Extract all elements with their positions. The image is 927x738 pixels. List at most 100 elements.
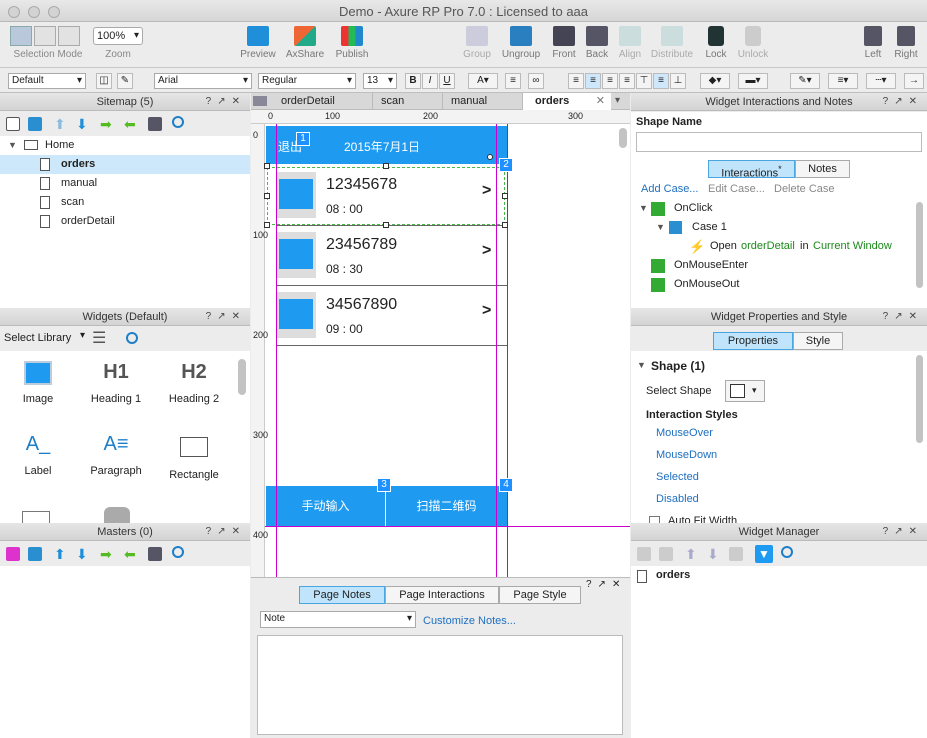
indent-icon[interactable]: ➡ bbox=[100, 117, 114, 131]
add-state-icon[interactable] bbox=[637, 547, 651, 561]
add-page-icon[interactable] bbox=[6, 117, 20, 131]
ungroup-button[interactable]: Ungroup bbox=[499, 26, 543, 60]
annotation-marker[interactable]: 1 bbox=[296, 132, 310, 146]
back-button[interactable]: Back bbox=[582, 26, 612, 60]
select-intersect-icon[interactable] bbox=[10, 26, 32, 46]
resize-handle[interactable] bbox=[383, 163, 389, 169]
align-center-icon[interactable]: ≡ bbox=[585, 73, 601, 89]
action-open-link[interactable]: ⚡ Open orderDetail in Current Window bbox=[631, 237, 911, 256]
move-down-icon[interactable]: ⬇ bbox=[76, 547, 90, 561]
front-button[interactable]: Front bbox=[548, 26, 580, 60]
font-color-icon[interactable]: A▾ bbox=[468, 73, 498, 89]
panel-controls[interactable]: ?↗✕ bbox=[206, 93, 246, 111]
arrow-style-icon[interactable]: → bbox=[904, 73, 924, 89]
outdent-icon[interactable]: ⬅ bbox=[124, 117, 138, 131]
resize-handle[interactable] bbox=[264, 222, 270, 228]
panel-controls[interactable]: ?↗✕ bbox=[883, 308, 923, 326]
widget-heading1[interactable]: H1 Heading 1 bbox=[86, 361, 146, 405]
outdent-icon[interactable]: ⬅ bbox=[124, 547, 138, 561]
mousedown-style-link[interactable]: MouseDown bbox=[656, 449, 717, 461]
sitemap-item-orderdetail[interactable]: orderDetail bbox=[0, 212, 250, 231]
justify-icon[interactable]: ≡ bbox=[619, 73, 635, 89]
disabled-style-link[interactable]: Disabled bbox=[656, 493, 699, 505]
tab-page-notes[interactable]: Page Notes bbox=[299, 586, 385, 604]
panel-controls[interactable]: ?↗✕ bbox=[883, 523, 923, 541]
move-up-icon[interactable]: ⬆ bbox=[54, 117, 68, 131]
order-row[interactable]: 23456789 08 : 30 > bbox=[276, 226, 507, 286]
right-panel-toggle[interactable]: Right bbox=[892, 26, 920, 60]
event-onmouseenter[interactable]: OnMouseEnter bbox=[631, 256, 911, 275]
shape-name-input[interactable] bbox=[636, 132, 922, 152]
align-right-icon[interactable]: ≡ bbox=[602, 73, 618, 89]
menu-icon[interactable]: ☰ bbox=[92, 328, 106, 348]
event-onmouseout[interactable]: OnMouseOut bbox=[631, 275, 911, 294]
add-case-link[interactable]: Add Case... bbox=[641, 183, 698, 195]
search-icon[interactable] bbox=[126, 332, 138, 344]
link-icon[interactable]: ∞ bbox=[528, 73, 544, 89]
guide-line[interactable] bbox=[265, 526, 630, 527]
preview-button[interactable]: Preview bbox=[238, 26, 278, 60]
filter-icon[interactable]: ▼ bbox=[755, 545, 773, 563]
sitemap-item-scan[interactable]: scan bbox=[0, 193, 250, 212]
design-canvas[interactable]: 0 100 200 300 0 100 200 300 400 退出 2015年… bbox=[251, 110, 630, 577]
mouseover-style-link[interactable]: MouseOver bbox=[656, 427, 713, 439]
delete-page-icon[interactable] bbox=[148, 117, 162, 131]
case-1[interactable]: ▼ Case 1 bbox=[631, 218, 911, 237]
order-row[interactable]: 34567890 09 : 00 > bbox=[276, 286, 507, 346]
add-folder-icon[interactable] bbox=[28, 117, 42, 131]
bullet-list-icon[interactable]: ≡ bbox=[505, 73, 521, 89]
widget-heading2[interactable]: H2 Heading 2 bbox=[164, 361, 224, 405]
zoom-select[interactable]: 100% bbox=[93, 27, 143, 45]
library-dropdown-icon[interactable]: ▾ bbox=[80, 330, 85, 341]
underline-icon[interactable]: U bbox=[439, 73, 455, 89]
connector-mode-icon[interactable] bbox=[58, 26, 80, 46]
tab-orderdetail[interactable]: orderDetail bbox=[273, 93, 373, 110]
search-icon[interactable] bbox=[172, 116, 184, 128]
font-size-select[interactable]: 13 bbox=[363, 73, 397, 89]
widget-image[interactable]: Image bbox=[8, 361, 68, 405]
annotation-marker[interactable]: 3 bbox=[377, 478, 391, 492]
sitemap-item-manual[interactable]: manual bbox=[0, 174, 250, 193]
tab-list-dropdown-icon[interactable]: ▾ bbox=[615, 95, 620, 106]
manual-input-button[interactable]: 手动输入 bbox=[266, 486, 386, 526]
select-library-label[interactable]: Select Library bbox=[4, 332, 71, 344]
widget-rectangle[interactable]: Rectangle bbox=[164, 433, 224, 481]
resize-handle[interactable] bbox=[264, 193, 270, 199]
resize-handle[interactable] bbox=[264, 163, 270, 169]
tab-style[interactable]: Style bbox=[793, 332, 843, 350]
panel-controls[interactable]: ?↗✕ bbox=[206, 308, 246, 326]
format-painter-icon[interactable]: ✎ bbox=[117, 73, 133, 89]
style-editor-icon[interactable]: ◫ bbox=[96, 73, 112, 89]
selected-style-link[interactable]: Selected bbox=[656, 471, 699, 483]
search-icon[interactable] bbox=[172, 546, 184, 558]
axshare-button[interactable]: AxShare bbox=[283, 26, 327, 60]
panel-controls[interactable]: ?↗✕ bbox=[883, 93, 923, 111]
shadow-icon[interactable]: ▬▾ bbox=[738, 73, 768, 89]
sitemap-item-orders[interactable]: orders bbox=[0, 155, 250, 174]
valign-middle-icon[interactable]: ≡ bbox=[653, 73, 669, 89]
scan-qr-button[interactable]: 扫描二维码 bbox=[386, 486, 507, 526]
tab-properties[interactable]: Properties bbox=[713, 332, 793, 350]
tab-notes[interactable]: Notes bbox=[795, 160, 850, 178]
resize-handle[interactable] bbox=[383, 222, 389, 228]
widget-label[interactable]: A_ Label bbox=[8, 433, 68, 477]
align-button[interactable]: Align bbox=[614, 26, 646, 60]
rotation-handle[interactable] bbox=[487, 154, 493, 160]
move-up-icon[interactable]: ⬆ bbox=[685, 547, 699, 561]
interactions-scrollbar[interactable] bbox=[916, 202, 923, 288]
customize-notes-link[interactable]: Customize Notes... bbox=[423, 615, 516, 627]
select-contain-icon[interactable] bbox=[34, 26, 56, 46]
tab-page-interactions[interactable]: Page Interactions bbox=[385, 586, 499, 604]
move-down-icon[interactable]: ⬇ bbox=[76, 117, 90, 131]
widget-paragraph[interactable]: A≡ Paragraph bbox=[86, 433, 146, 477]
group-button[interactable]: Group bbox=[460, 26, 494, 60]
page-notes-textarea[interactable] bbox=[257, 635, 623, 735]
indent-icon[interactable]: ➡ bbox=[100, 547, 114, 561]
event-onclick[interactable]: ▼ OnClick bbox=[631, 199, 911, 218]
search-icon[interactable] bbox=[781, 546, 793, 558]
tab-interactions[interactable]: Interactions* bbox=[708, 160, 795, 180]
widgets-scrollbar[interactable] bbox=[238, 359, 246, 395]
tab-orders[interactable]: orders ✕ bbox=[523, 93, 611, 111]
guide-line[interactable] bbox=[507, 124, 508, 577]
annotation-marker[interactable]: 4 bbox=[499, 478, 513, 492]
